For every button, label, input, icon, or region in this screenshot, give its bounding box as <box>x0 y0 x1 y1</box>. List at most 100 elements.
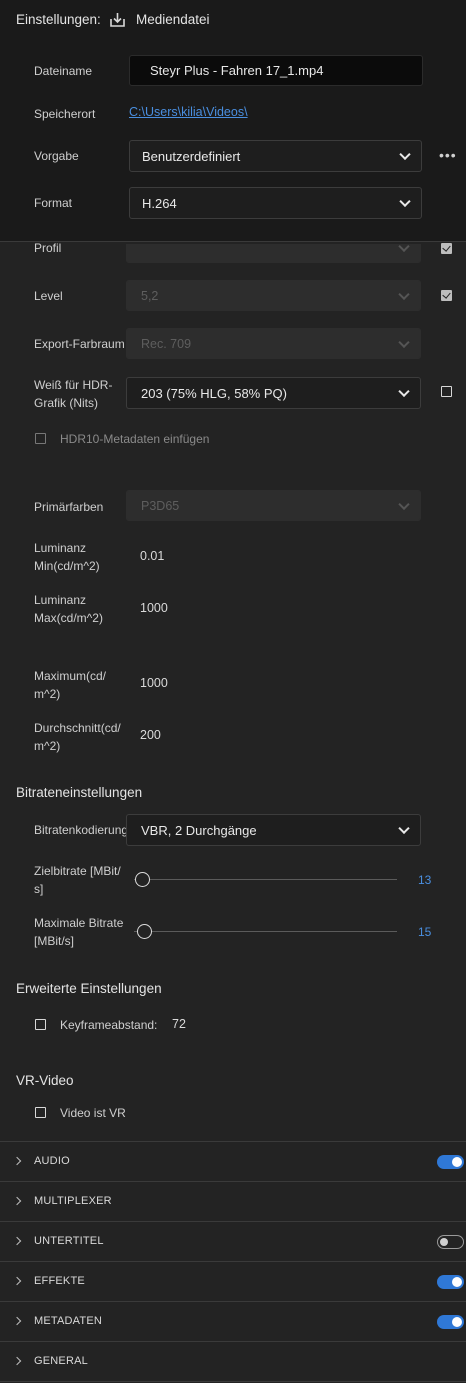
bitrate-encoding-label: Bitratenkodierung <box>34 823 129 837</box>
hdr-white-select-value: 203 (75% HLG, 58% PQ) <box>141 385 287 401</box>
level-select[interactable]: 5,2 <box>126 280 421 311</box>
hdr10-label: HDR10-Metadaten einfügen <box>60 432 210 446</box>
max-cll-value[interactable]: 1000 <box>140 676 168 690</box>
avg-value[interactable]: 200 <box>140 728 161 742</box>
keyframe-value[interactable]: 72 <box>172 1017 186 1031</box>
accordion-audio-label: AUDIO <box>34 1155 70 1167</box>
chevron-down-icon <box>398 336 410 348</box>
profile-label: Profil <box>34 241 62 255</box>
profile-checkbox[interactable] <box>441 243 452 254</box>
vr-checkbox[interactable] <box>35 1107 46 1118</box>
primaries-select[interactable]: P3D65 <box>126 490 421 521</box>
keyframe-checkbox[interactable] <box>35 1019 46 1030</box>
max-bitrate-slider-track[interactable] <box>134 931 397 932</box>
advanced-section-title: Erweiterte Einstellungen <box>16 981 162 996</box>
location-link[interactable]: C:\Users\kilia\Videos\ <box>129 105 248 119</box>
lum-max-label-line1: Luminanz <box>34 593 87 607</box>
hdr-white-label-line2: Grafik (Nits) <box>34 396 98 410</box>
chevron-down-icon <box>398 240 410 252</box>
max-bitrate-label-line2: [MBit/s] <box>34 934 75 948</box>
chevron-right-icon <box>12 1156 22 1166</box>
chevron-down-icon <box>399 195 411 208</box>
accordion-untertitel[interactable]: UNTERTITEL <box>0 1222 466 1261</box>
filename-label: Dateiname <box>34 64 93 78</box>
toggle-knob <box>452 1157 462 1167</box>
export-header-panel: Einstellungen: Mediendatei Dateiname Ste… <box>0 0 466 242</box>
chevron-down-icon <box>398 498 410 510</box>
chevron-down-icon <box>399 148 411 161</box>
level-select-value: 5,2 <box>141 288 159 303</box>
max-bitrate-slider-knob[interactable] <box>137 924 152 939</box>
accordion-audio[interactable]: AUDIO <box>0 1142 466 1181</box>
chevron-right-icon <box>12 1196 22 1206</box>
lum-min-value[interactable]: 0.01 <box>140 549 164 563</box>
hdr-white-label-line1: Weiß für HDR- <box>34 378 113 392</box>
media-file-label[interactable]: Mediendatei <box>136 12 210 27</box>
chevron-right-icon <box>12 1356 22 1366</box>
accordion-general-label: GENERAL <box>34 1355 88 1367</box>
accordion-metadaten[interactable]: METADATEN <box>0 1302 466 1341</box>
target-bitrate-slider-track[interactable] <box>134 879 397 880</box>
filename-input[interactable]: Steyr Plus - Fahren 17_1.mp4 <box>129 55 423 86</box>
max-bitrate-label-line1: Maximale Bitrate <box>34 916 124 930</box>
chevron-down-icon <box>398 822 410 835</box>
preset-label: Vorgabe <box>34 149 79 163</box>
chevron-right-icon <box>12 1316 22 1326</box>
preset-select[interactable]: Benutzerdefiniert <box>129 140 422 172</box>
format-select[interactable]: H.264 <box>129 187 422 219</box>
bitrate-encoding-select[interactable]: VBR, 2 Durchgänge <box>126 814 421 846</box>
accordion-untertitel-label: UNTERTITEL <box>34 1235 104 1247</box>
toggle-knob <box>452 1277 462 1287</box>
target-bitrate-label-line1: Zielbitrate [MBit/ <box>34 864 121 878</box>
hdr-white-checkbox[interactable] <box>441 386 452 397</box>
avg-label-line1: Durchschnitt(cd/ <box>34 721 121 735</box>
max-cll-label-line1: Maximum(cd/ <box>34 669 107 683</box>
level-checkbox[interactable] <box>441 290 452 301</box>
divider <box>0 1381 466 1382</box>
accordion-multiplexer-label: MULTIPLEXER <box>34 1195 112 1207</box>
metadaten-toggle[interactable] <box>437 1315 464 1329</box>
lum-max-label-line2: Max(cd/m^2) <box>34 611 103 625</box>
chevron-down-icon <box>398 385 410 398</box>
vr-label: Video ist VR <box>60 1106 126 1120</box>
location-label: Speicherort <box>34 107 96 121</box>
hdr10-checkbox[interactable] <box>35 433 46 444</box>
accordion-effekte[interactable]: EFFEKTE <box>0 1262 466 1301</box>
audio-toggle[interactable] <box>437 1155 464 1169</box>
effekte-toggle[interactable] <box>437 1275 464 1289</box>
lum-max-value[interactable]: 1000 <box>140 601 168 615</box>
accordion-metadaten-label: METADATEN <box>34 1315 103 1327</box>
toggle-knob <box>440 1237 448 1246</box>
hdr-white-select[interactable]: 203 (75% HLG, 58% PQ) <box>126 377 421 409</box>
download-icon[interactable] <box>109 11 126 28</box>
more-options-icon[interactable]: ••• <box>439 147 457 163</box>
untertitel-toggle[interactable] <box>437 1235 464 1249</box>
bitrate-section-title: Bitrateneinstellungen <box>16 785 143 800</box>
keyframe-label: Keyframeabstand: <box>60 1018 158 1032</box>
chevron-down-icon <box>398 288 410 300</box>
preset-select-value: Benutzerdefiniert <box>142 148 241 164</box>
max-bitrate-value[interactable]: 15 <box>418 925 431 939</box>
lum-min-label-line1: Luminanz <box>34 541 87 555</box>
colorspace-label: Export-Farbraum <box>34 337 125 351</box>
target-bitrate-label-line2: s] <box>34 882 44 896</box>
target-bitrate-value[interactable]: 13 <box>418 873 431 887</box>
max-cll-label-line2: m^2) <box>34 687 61 701</box>
target-bitrate-slider-knob[interactable] <box>135 872 150 887</box>
format-label: Format <box>34 196 73 210</box>
profile-select[interactable] <box>126 240 421 263</box>
level-label: Level <box>34 289 63 303</box>
lum-min-label-line2: Min(cd/m^2) <box>34 559 100 573</box>
colorspace-select[interactable]: Rec. 709 <box>126 328 421 359</box>
format-select-value: H.264 <box>142 195 177 211</box>
primaries-label: Primärfarben <box>34 500 104 514</box>
primaries-select-value: P3D65 <box>141 498 180 513</box>
avg-label-line2: m^2) <box>34 739 61 753</box>
accordion-general[interactable]: GENERAL <box>0 1342 466 1381</box>
bitrate-encoding-select-value: VBR, 2 Durchgänge <box>141 822 257 838</box>
settings-title: Einstellungen: <box>16 12 101 27</box>
chevron-right-icon <box>12 1236 22 1246</box>
colorspace-select-value: Rec. 709 <box>141 336 192 351</box>
accordion-multiplexer[interactable]: MULTIPLEXER <box>0 1182 466 1221</box>
chevron-right-icon <box>12 1276 22 1286</box>
